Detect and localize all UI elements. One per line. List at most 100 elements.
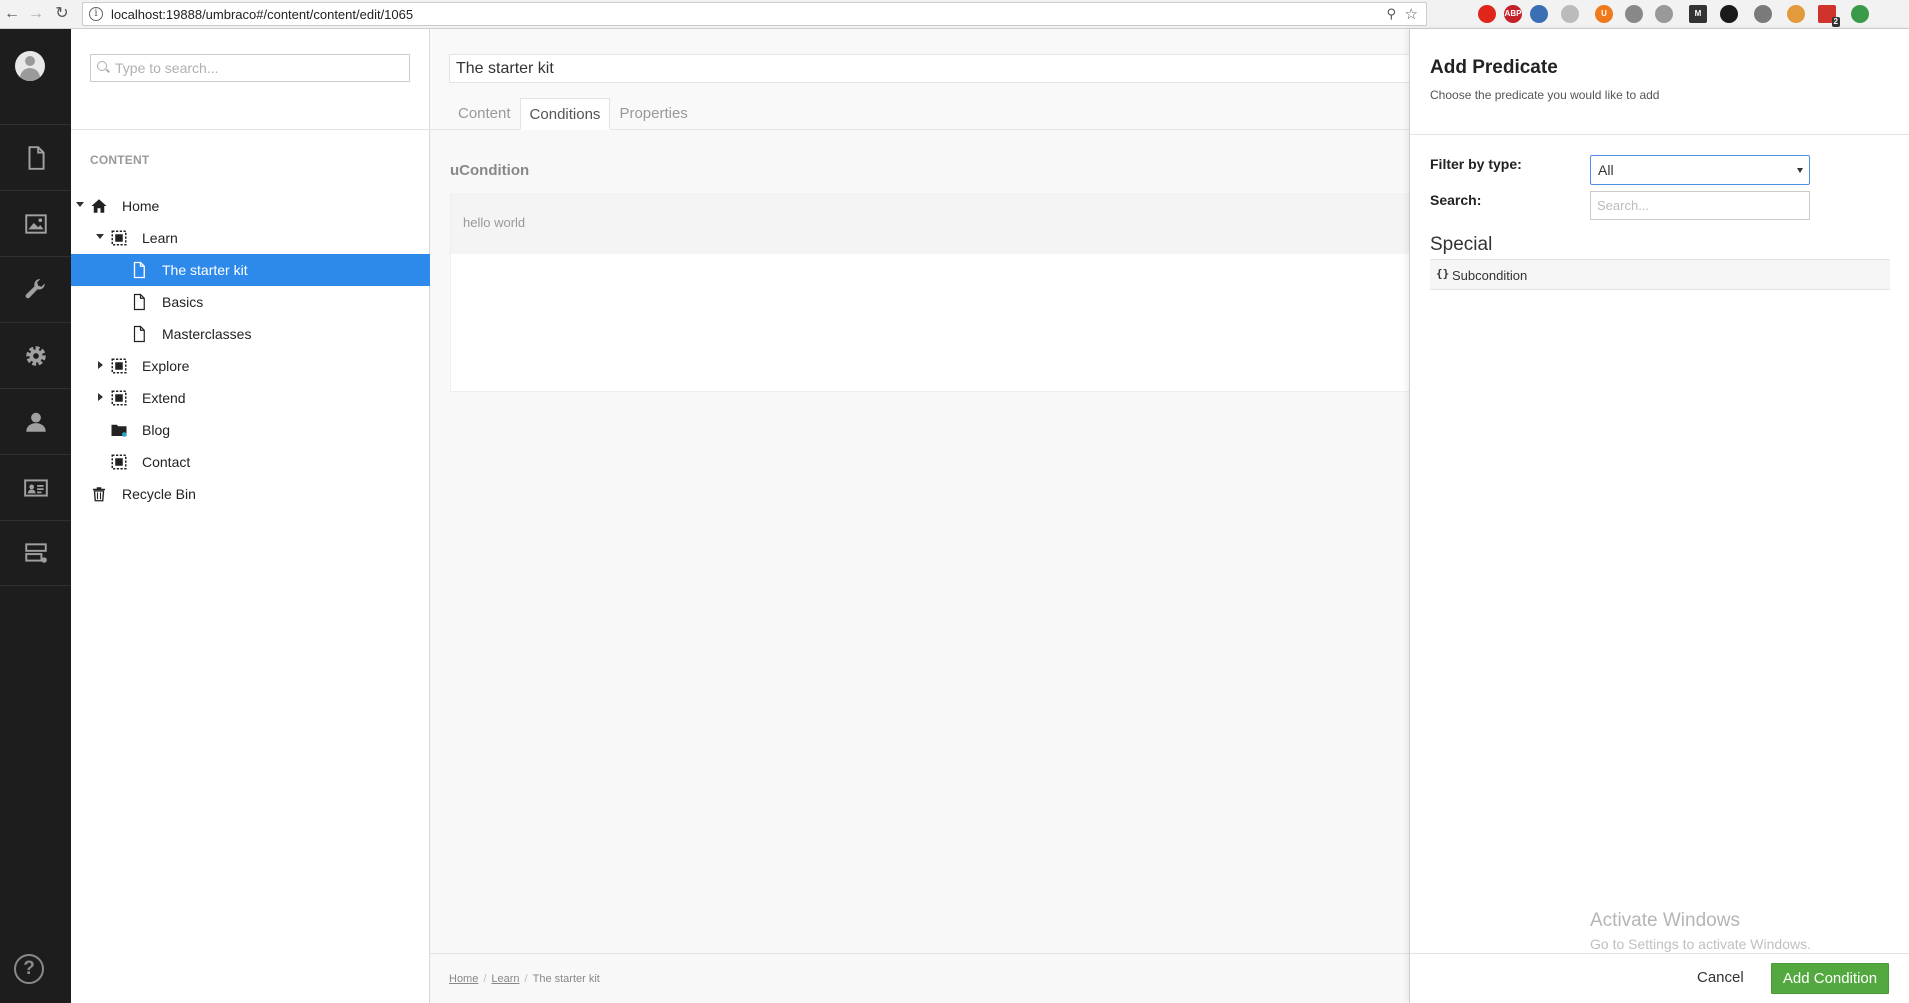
dialog-header: Add Predicate Choose the predicate you w… — [1410, 29, 1909, 135]
wrench-icon — [25, 278, 45, 298]
add-condition-button[interactable]: Add Condition — [1771, 963, 1889, 994]
tree-search-input[interactable] — [115, 59, 405, 77]
forward-arrow-icon[interactable]: → — [26, 4, 46, 24]
section-media[interactable] — [0, 190, 71, 256]
group-title: Special — [1430, 234, 1493, 255]
section-developer[interactable] — [0, 322, 71, 388]
tree-item-basics[interactable]: Basics — [71, 286, 430, 318]
tree-item-label: The starter kit — [162, 262, 248, 278]
tree-heading: CONTENT — [90, 153, 150, 167]
content-tree-panel: CONTENT Home Learn The starter kit Basic… — [71, 29, 430, 1003]
activation-watermark-text: Go to Settings to activate Windows. — [1590, 936, 1811, 952]
id-card-icon — [23, 478, 48, 497]
tree-item-label: Explore — [142, 358, 190, 374]
dropdown-arrow-icon — [1797, 168, 1803, 173]
grid-page-icon — [111, 390, 127, 406]
screen-icon[interactable] — [1530, 5, 1548, 23]
scissors-icon[interactable] — [1754, 5, 1772, 23]
app-sections-sidebar: ? — [0, 29, 71, 1003]
reload-icon[interactable]: ↻ — [52, 4, 72, 24]
tree-item-explore[interactable]: Explore — [71, 350, 430, 382]
info-icon[interactable]: i — [89, 7, 103, 21]
image-icon — [24, 213, 47, 234]
tree-item-label: Contact — [142, 454, 191, 470]
feather-icon[interactable] — [1561, 5, 1579, 23]
section-content[interactable] — [0, 124, 71, 190]
m-extension-icon[interactable]: M — [1689, 5, 1707, 23]
predicate-item-subcondition[interactable]: {} Subcondition — [1430, 260, 1890, 290]
extension-badge: 2 — [1831, 17, 1840, 27]
tab-content[interactable]: Content — [449, 98, 520, 130]
document-icon — [133, 293, 145, 311]
editor-main: The starter kit Content Conditions Prope… — [430, 29, 1410, 1003]
opera-icon[interactable] — [1478, 5, 1496, 23]
grid-page-icon — [111, 358, 127, 374]
caret-down-icon[interactable] — [76, 202, 84, 207]
caret-down-icon[interactable] — [96, 234, 104, 239]
tree-item-masterclasses[interactable]: Masterclasses — [71, 318, 430, 350]
grid-page-icon — [111, 454, 127, 470]
condition-editor: hello world — [450, 194, 1410, 392]
tree-item-label: Blog — [142, 422, 171, 438]
tree-item-the-starter-kit[interactable]: The starter kit — [71, 254, 430, 286]
cancel-button[interactable]: Cancel — [1697, 969, 1744, 986]
tree-item-label: Extend — [142, 390, 186, 406]
tree-item-label: Basics — [162, 294, 204, 310]
document-icon — [28, 145, 45, 170]
search-label: Search: — [1430, 192, 1482, 208]
filter-selected-value: All — [1598, 162, 1614, 178]
address-bar[interactable]: i localhost:19888/umbraco#/content/conte… — [82, 2, 1427, 26]
property-label: uCondition — [450, 162, 530, 179]
activation-watermark-title: Activate Windows — [1590, 910, 1740, 931]
ublock-icon[interactable]: U — [1595, 5, 1613, 23]
tree-item-blog[interactable]: Blog — [71, 414, 430, 446]
user-avatar[interactable] — [15, 51, 45, 81]
filter-label: Filter by type: — [1430, 156, 1522, 172]
tab-conditions[interactable]: Conditions — [519, 98, 611, 130]
caret-right-icon[interactable] — [98, 361, 103, 369]
tree-item-home[interactable]: Home — [71, 190, 430, 222]
adblock-icon[interactable]: ABP — [1504, 5, 1522, 23]
section-settings[interactable] — [0, 256, 71, 322]
dialog-footer: Cancel Add Condition — [1410, 953, 1909, 1003]
dark-circle-icon[interactable] — [1720, 5, 1738, 23]
section-forms[interactable] — [0, 520, 71, 586]
globe-green-icon[interactable] — [1851, 5, 1869, 23]
tree-item-extend[interactable]: Extend — [71, 382, 430, 414]
tree-item-contact[interactable]: Contact — [71, 446, 430, 478]
trash-icon — [93, 487, 105, 502]
divider — [71, 129, 430, 130]
url-text[interactable]: localhost:19888/umbraco#/content/content… — [111, 7, 413, 22]
back-arrow-icon[interactable]: ← — [2, 4, 22, 24]
tab-properties[interactable]: Properties — [610, 98, 696, 130]
predicate-name: Subcondition — [1452, 268, 1528, 283]
tree-item-label: Learn — [142, 230, 178, 246]
key-icon[interactable]: ⚲ — [1386, 6, 1396, 22]
bookmark-star-icon[interactable]: ☆ — [1405, 5, 1418, 23]
cloud-drive-icon[interactable] — [1655, 5, 1673, 23]
breadcrumb-separator: / — [483, 973, 487, 985]
tree-item-label: Recycle Bin — [122, 486, 196, 502]
section-members[interactable] — [0, 454, 71, 520]
braces-icon: {} — [1436, 267, 1450, 280]
tree-item-recycle-bin[interactable]: Recycle Bin — [71, 478, 430, 510]
grid-page-icon — [111, 230, 127, 246]
predicate-search-input[interactable] — [1590, 191, 1810, 220]
filter-type-select[interactable]: All — [1590, 155, 1810, 185]
browser-toolbar: ← → ↻ i localhost:19888/umbraco#/content… — [0, 0, 1909, 29]
condition-row[interactable]: hello world — [451, 195, 1410, 254]
document-name-input[interactable]: The starter kit — [449, 54, 1409, 83]
tree-item-learn[interactable]: Learn — [71, 222, 430, 254]
breadcrumb-learn[interactable]: Learn — [491, 973, 519, 985]
cookie-icon[interactable] — [1787, 5, 1805, 23]
help-icon[interactable]: ? — [14, 954, 44, 984]
calendar-badge-icon[interactable]: 2 — [1818, 5, 1840, 27]
tree-search-box[interactable] — [90, 54, 410, 82]
gear-icon — [25, 345, 46, 366]
section-users[interactable] — [0, 388, 71, 454]
search-icon — [97, 61, 107, 71]
breadcrumb-home[interactable]: Home — [449, 973, 478, 985]
caret-right-icon[interactable] — [98, 393, 103, 401]
breadcrumb: Home / Learn / The starter kit — [449, 973, 600, 985]
cloud-gray-icon[interactable] — [1625, 5, 1643, 23]
